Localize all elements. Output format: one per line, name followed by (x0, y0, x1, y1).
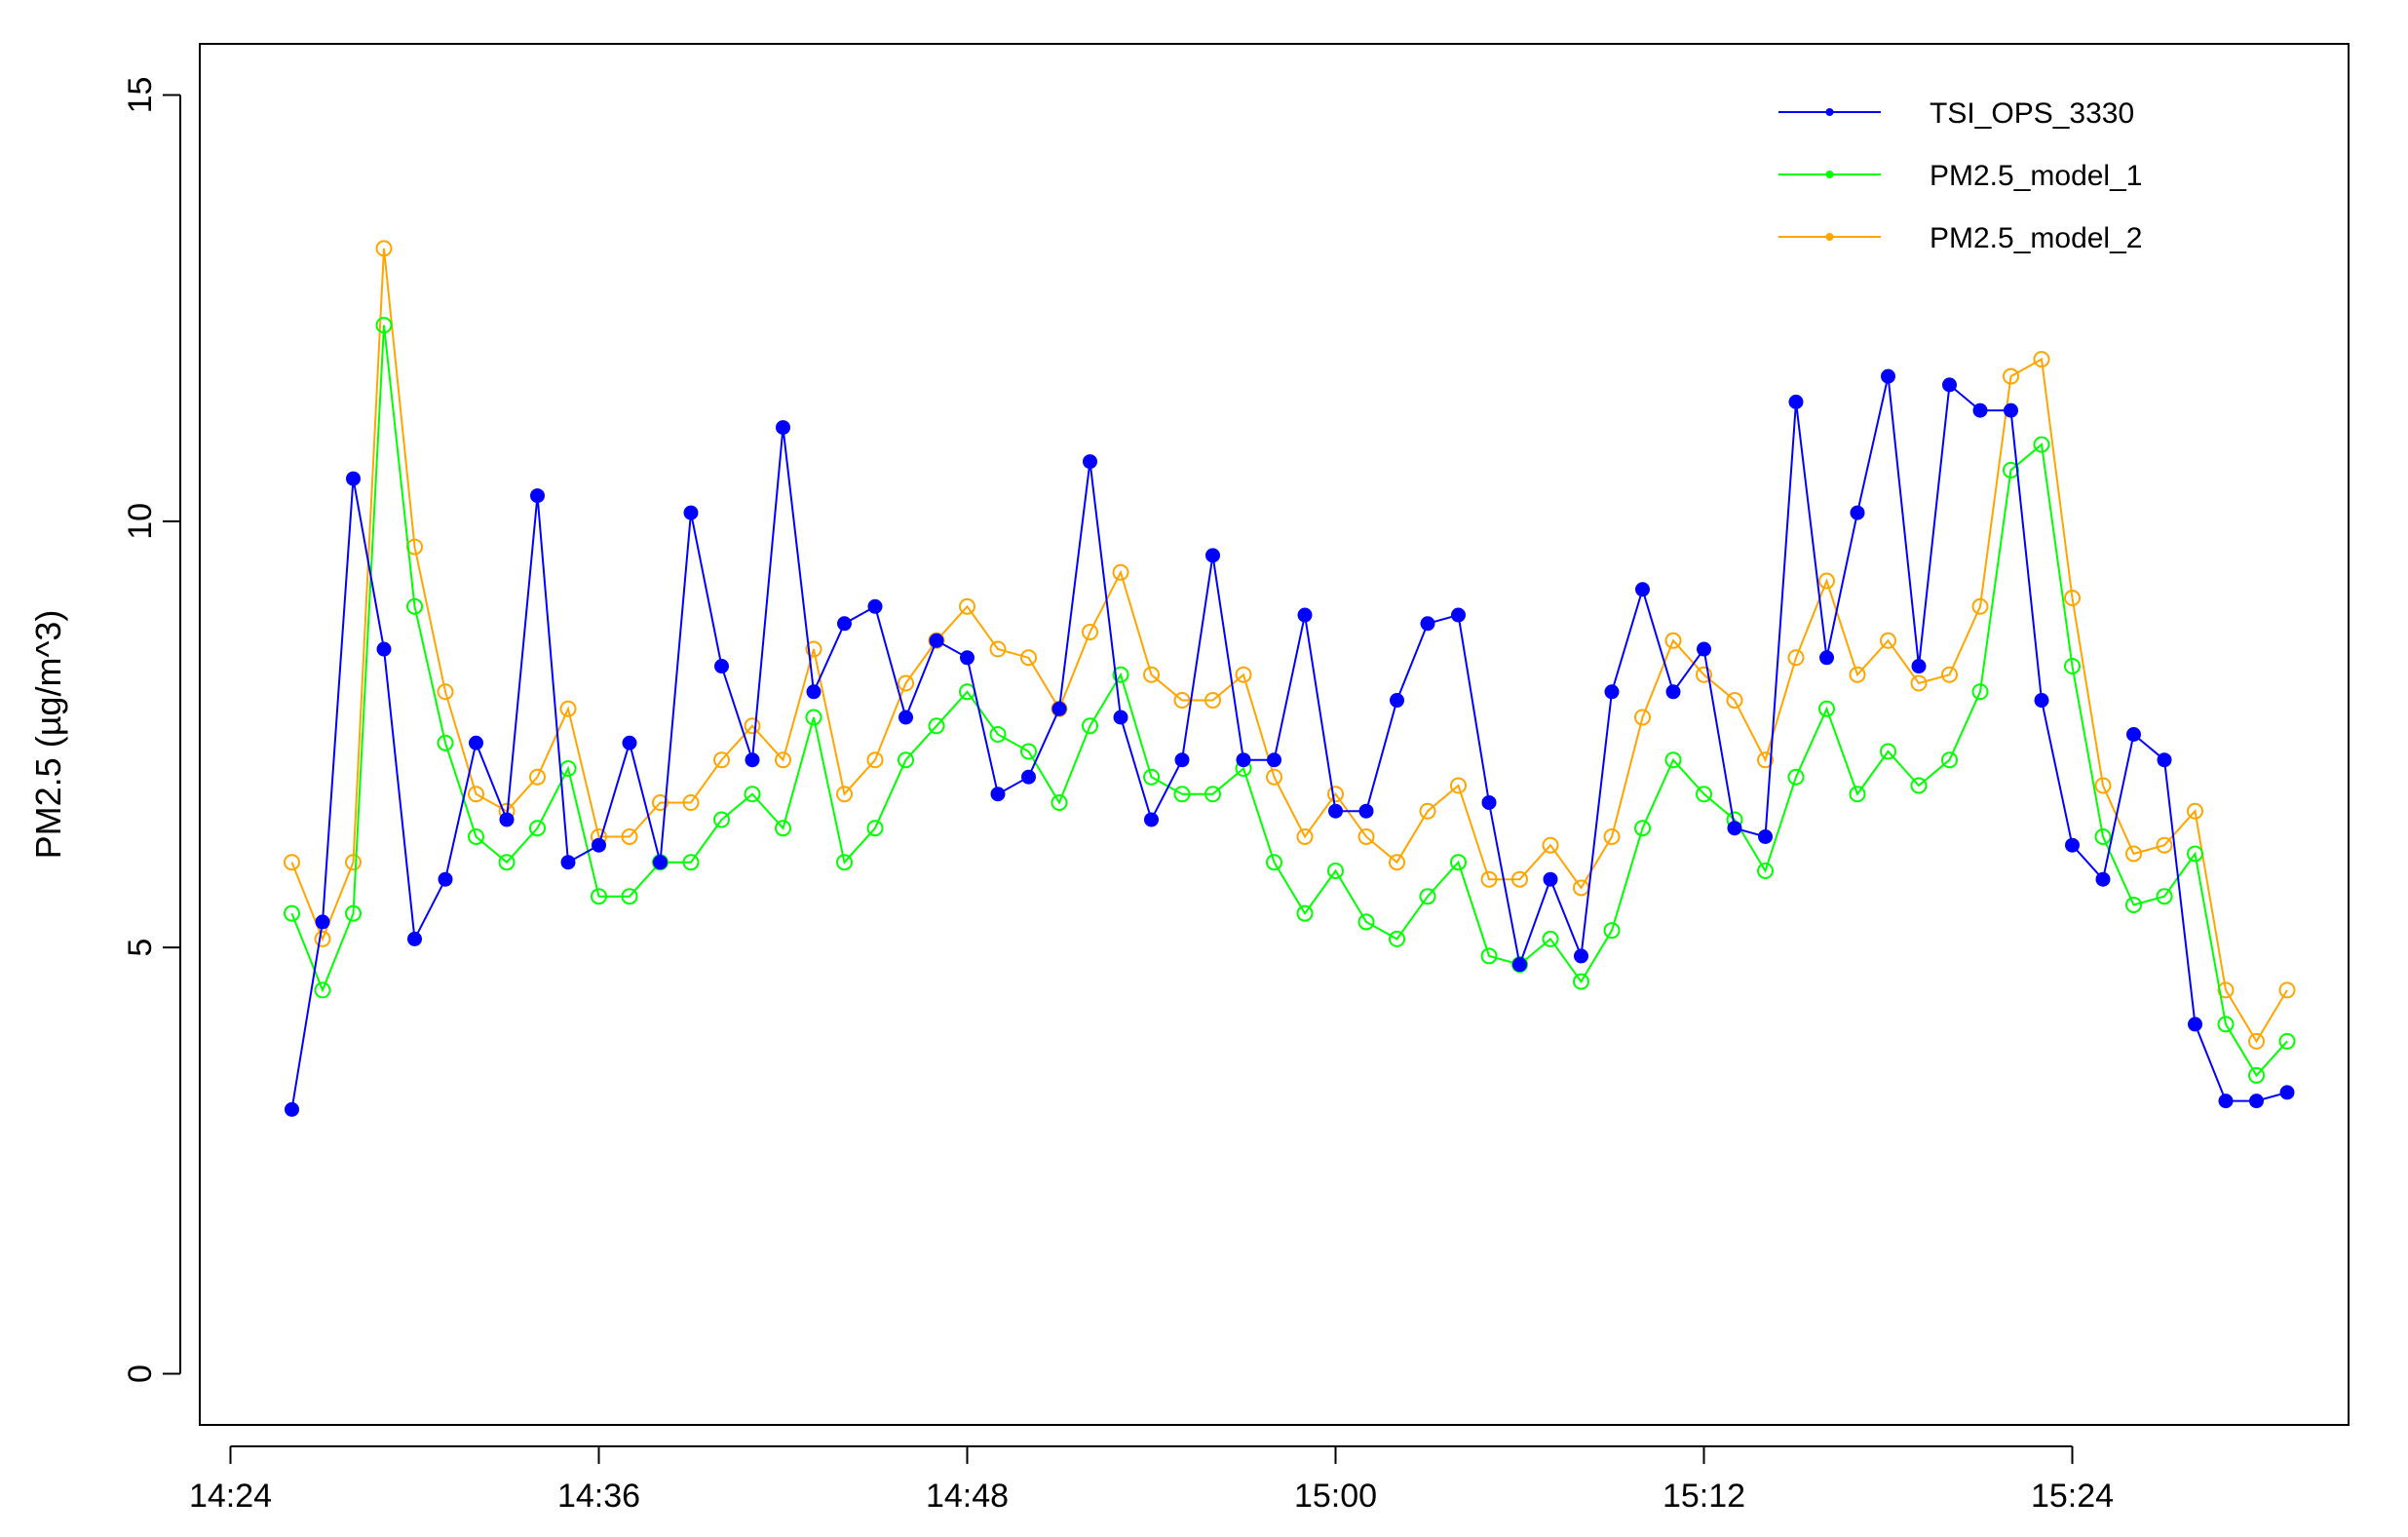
legend-marker (1825, 233, 1834, 241)
data-point (1481, 794, 1497, 810)
data-point (1174, 752, 1190, 768)
data-point (285, 1101, 299, 1117)
data-point (346, 471, 361, 486)
data-point (438, 871, 453, 887)
legend-item: PM2.5_model_2 (1778, 222, 2142, 254)
data-point (469, 735, 483, 750)
series-PM2.5_model_1 (284, 317, 2296, 1084)
axes: 0 5 10 15 14:24 14:36 14:48 15:00 15:12 15:24 (122, 43, 2350, 1515)
y-tick-label: 15 (122, 77, 159, 114)
y-tick-label: 10 (122, 503, 159, 540)
series-PM2.5_model_2 (284, 240, 2296, 1050)
data-point (1972, 403, 1988, 418)
data-point (714, 659, 729, 674)
data-point (745, 752, 760, 768)
data-point (1267, 752, 1281, 768)
data-point (1788, 394, 1804, 409)
data-point (1113, 710, 1128, 725)
data-point (1850, 505, 1865, 520)
data-point (1727, 821, 1742, 836)
legend-label: PM2.5_model_1 (1930, 160, 2142, 192)
data-point (776, 420, 790, 436)
data-point (407, 931, 422, 946)
data-point (530, 488, 545, 504)
data-point (898, 710, 913, 725)
series-TSI_OPS_3330 (285, 368, 2295, 1117)
data-point (376, 641, 392, 657)
data-point (2065, 837, 2080, 853)
data-point (1942, 377, 1957, 393)
legend-label: TSI_OPS_3330 (1930, 97, 2134, 130)
data-point (1358, 803, 1374, 819)
legend-label: PM2.5_model_2 (1930, 222, 2142, 254)
data-point (806, 684, 822, 700)
data-point (837, 616, 852, 632)
y-tick-label: 5 (122, 939, 159, 957)
data-point (2034, 693, 2049, 709)
data-point (1543, 871, 1558, 887)
data-point (1051, 701, 1067, 716)
data-point (2157, 752, 2172, 768)
series-line (290, 325, 2288, 1078)
data-point (2095, 871, 2111, 887)
data-point (1144, 812, 1159, 827)
data-point (1697, 641, 1711, 657)
data-point (2218, 1094, 2234, 1109)
legend: TSI_OPS_3330 PM2.5_model_1 PM2.5_model_2 (1778, 97, 2142, 254)
series-line (290, 375, 2288, 1110)
x-tick-label: 15:12 (1663, 1478, 1745, 1515)
x-tick-label: 14:48 (926, 1478, 1009, 1515)
legend-item: TSI_OPS_3330 (1778, 97, 2134, 130)
data-point (683, 505, 699, 520)
data-point (1451, 607, 1466, 623)
line-chart: PM2.5 (µg/m^3) TSI_OPS_3330 PM2.5_model_1… (28, 43, 2350, 1515)
data-point (1881, 368, 1895, 384)
x-tick-label: 14:24 (189, 1478, 272, 1515)
data-point (1819, 650, 1834, 666)
data-point (284, 904, 300, 922)
data-point (1512, 957, 1527, 973)
data-point (2126, 727, 2141, 742)
y-tick-label: 0 (122, 1364, 159, 1383)
data-point (990, 787, 1006, 802)
x-tick-label: 14:36 (557, 1478, 640, 1515)
data-point (960, 650, 975, 666)
data-point (867, 598, 883, 614)
data-point (2249, 1094, 2264, 1109)
x-tick-label: 15:24 (2031, 1478, 2114, 1515)
data-point (653, 855, 668, 870)
x-tick-label: 15:00 (1294, 1478, 1377, 1515)
y-axis-label-group: PM2.5 (µg/m^3) (28, 610, 68, 860)
data-point (1574, 948, 1588, 964)
data-point (1665, 684, 1681, 700)
data-point (1390, 693, 1404, 709)
data-point (622, 735, 637, 750)
series-line (290, 248, 2288, 1044)
data-point (2188, 1017, 2202, 1032)
legend-item: PM2.5_model_1 (1778, 160, 2142, 192)
data-point (499, 812, 515, 827)
data-point (2279, 1085, 2295, 1100)
y-axis-label: PM2.5 (µg/m^3) (28, 610, 68, 860)
data-point (1911, 659, 1927, 674)
legend-marker (1825, 171, 1834, 178)
data-point (315, 914, 330, 930)
legend-marker (1825, 108, 1834, 116)
data-point (1635, 582, 1650, 597)
data-point (592, 837, 606, 853)
data-point (2278, 1032, 2296, 1050)
data-point (2004, 403, 2018, 418)
data-point (1758, 828, 1773, 844)
data-point (1236, 752, 1251, 768)
data-point (560, 855, 576, 870)
data-point (1297, 607, 1313, 623)
data-point (1083, 454, 1097, 470)
data-point (1205, 548, 1220, 563)
plot-area (284, 240, 2296, 1117)
data-point (1021, 769, 1036, 785)
data-point (929, 633, 944, 648)
data-point (1328, 803, 1343, 819)
data-point (1420, 616, 1435, 632)
data-point (1604, 684, 1620, 700)
